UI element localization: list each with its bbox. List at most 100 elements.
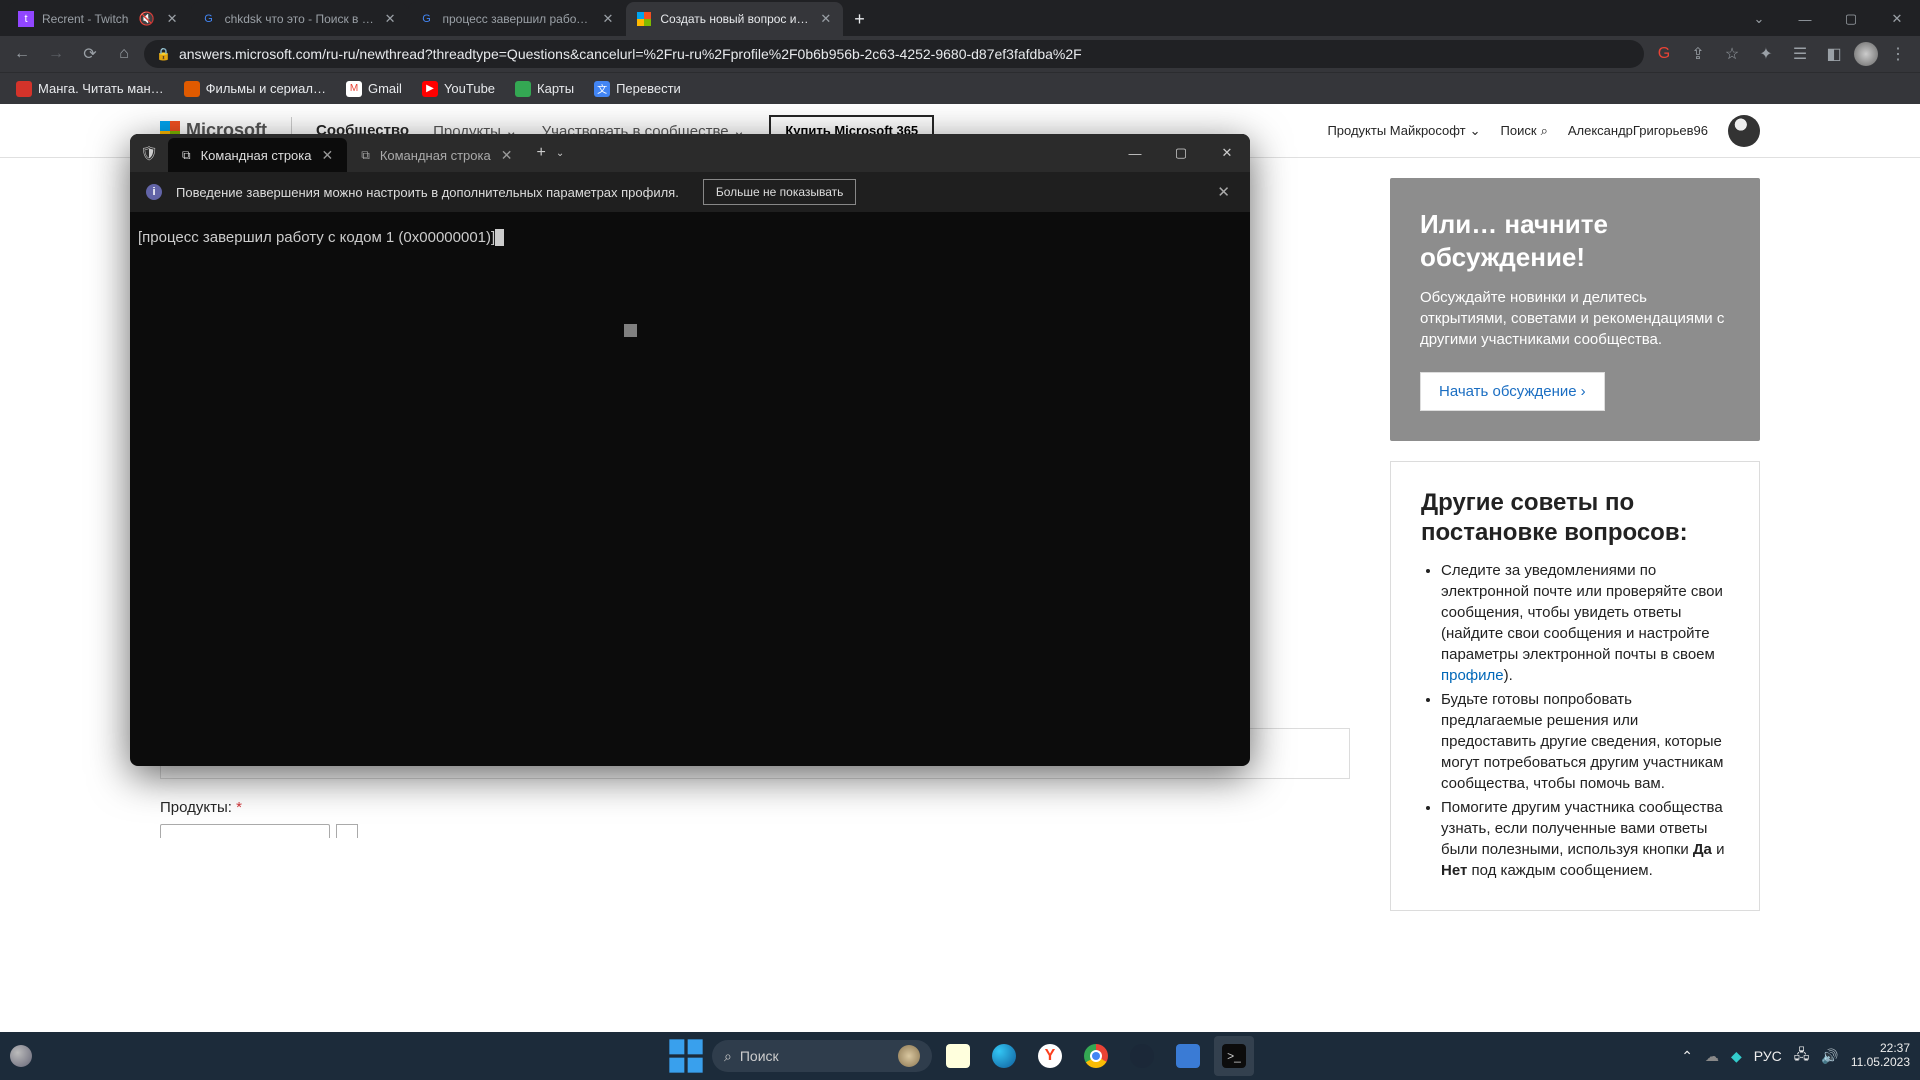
bookmark-label: Манга. Читать ман… bbox=[38, 81, 164, 96]
products-label: Продукты: * bbox=[160, 799, 1350, 816]
taskbar-explorer[interactable] bbox=[938, 1036, 978, 1076]
chrome-tab-google2[interactable]: G процесс завершил работу с ко ✕ bbox=[408, 2, 625, 36]
reload-button[interactable]: ⟳ bbox=[76, 40, 104, 68]
star-icon[interactable]: ☆ bbox=[1718, 40, 1746, 68]
terminal-window[interactable]: 🛡 ⧉ Командная строка ✕ ⧉ Командная строк… bbox=[130, 134, 1250, 766]
address-field[interactable]: 🔒 answers.microsoft.com/ru-ru/newthread?… bbox=[144, 40, 1644, 68]
taskbar-search[interactable]: ⌕ Поиск bbox=[712, 1040, 932, 1072]
user-name[interactable]: АлександрГригорьев96 bbox=[1568, 123, 1708, 138]
search-placeholder: Поиск bbox=[740, 1048, 779, 1064]
bookmark-films[interactable]: Фильмы и сериал… bbox=[176, 77, 334, 101]
tray-language[interactable]: РУС bbox=[1754, 1048, 1782, 1064]
taskbar-weather[interactable] bbox=[10, 1045, 32, 1067]
taskbar-steam[interactable] bbox=[1122, 1036, 1162, 1076]
taskbar-edge[interactable] bbox=[984, 1036, 1024, 1076]
profile-avatar[interactable] bbox=[1854, 42, 1878, 66]
bookmark-maps[interactable]: Карты bbox=[507, 77, 582, 101]
search-icon: ⌕ bbox=[1541, 123, 1548, 139]
bookmark-translate[interactable]: 文Перевести bbox=[586, 77, 689, 101]
start-discussion-button[interactable]: Начать обсуждение › bbox=[1420, 372, 1605, 411]
maximize-icon[interactable]: ▢ bbox=[1158, 134, 1204, 172]
reading-list-icon[interactable]: ☰ bbox=[1786, 40, 1814, 68]
close-icon[interactable]: ✕ bbox=[818, 11, 833, 27]
bookmark-label: Перевести bbox=[616, 81, 681, 96]
close-icon[interactable]: ✕ bbox=[383, 11, 398, 27]
chrome-icon bbox=[1084, 1044, 1108, 1068]
tip-item: Будьте готовы попробовать предлагаемые р… bbox=[1441, 689, 1729, 794]
mute-icon[interactable]: 🔇 bbox=[136, 11, 156, 27]
nav-ms-products[interactable]: Продукты Майкрософт ⌄ bbox=[1327, 123, 1480, 139]
chrome-tab-msanswers[interactable]: Создать новый вопрос или нач ✕ bbox=[626, 2, 843, 36]
terminal-cursor bbox=[495, 229, 504, 246]
close-icon[interactable]: ✕ bbox=[1213, 183, 1234, 201]
back-button[interactable]: ← bbox=[8, 40, 36, 68]
close-icon[interactable]: ✕ bbox=[501, 147, 513, 164]
taskbar-yandex[interactable]: Y bbox=[1030, 1036, 1070, 1076]
close-icon[interactable]: ✕ bbox=[322, 147, 334, 164]
bookmark-gmail[interactable]: MGmail bbox=[338, 77, 410, 101]
terminal-body[interactable]: [процесс завершил работу с кодом 1 (0x00… bbox=[130, 212, 1250, 766]
google-favicon: G bbox=[201, 11, 217, 27]
tray-security-icon[interactable]: ◆ bbox=[1731, 1048, 1742, 1065]
maximize-icon[interactable]: ▢ bbox=[1828, 2, 1874, 36]
tip-item: Следите за уведомлениями по электронной … bbox=[1441, 560, 1729, 686]
user-avatar[interactable] bbox=[1728, 115, 1760, 147]
chevron-down-icon[interactable]: ⌄ bbox=[1736, 2, 1782, 36]
home-button[interactable]: ⌂ bbox=[110, 40, 138, 68]
chrome-tab-twitch[interactable]: t Recrent - Twitch 🔇 ✕ bbox=[8, 2, 190, 36]
chevron-down-icon[interactable]: ⌄ bbox=[556, 148, 564, 159]
bookmark-youtube[interactable]: ▶YouTube bbox=[414, 77, 503, 101]
close-icon[interactable]: ✕ bbox=[1874, 2, 1920, 36]
taskbar-app1[interactable] bbox=[1168, 1036, 1208, 1076]
bookmark-favicon bbox=[184, 81, 200, 97]
minimize-icon[interactable]: — bbox=[1112, 134, 1158, 172]
google-favicon: G bbox=[418, 11, 434, 27]
discussion-title: Или… начните обсуждение! bbox=[1420, 208, 1730, 273]
clock-date: 11.05.2023 bbox=[1851, 1056, 1910, 1070]
url-text: answers.microsoft.com/ru-ru/newthread?th… bbox=[179, 46, 1082, 62]
discussion-card: Или… начните обсуждение! Обсуждайте нови… bbox=[1390, 178, 1760, 441]
tray-network-icon[interactable]: 🖧 bbox=[1794, 1044, 1810, 1068]
terminal-tab-inactive[interactable]: ⧉ Командная строка ✕ bbox=[347, 138, 526, 172]
notice-text: Поведение завершения можно настроить в д… bbox=[176, 185, 679, 200]
system-tray: ⌃ ☁ ◆ РУС 🖧 🔊 22:37 11.05.2023 bbox=[1681, 1042, 1910, 1070]
tray-volume-icon[interactable]: 🔊 bbox=[1821, 1048, 1838, 1065]
search-button[interactable]: Поиск ⌕ bbox=[1501, 123, 1548, 139]
tray-chevron-icon[interactable]: ⌃ bbox=[1681, 1048, 1693, 1065]
google-account-icon[interactable]: G bbox=[1650, 40, 1678, 68]
close-icon[interactable]: ✕ bbox=[1204, 134, 1250, 172]
chrome-tab-strip: t Recrent - Twitch 🔇 ✕ G chkdsk что это … bbox=[0, 0, 1920, 36]
sidepanel-icon[interactable]: ◧ bbox=[1820, 40, 1848, 68]
products-select-toggle[interactable] bbox=[336, 824, 358, 838]
explorer-icon bbox=[946, 1044, 970, 1068]
search-icon: ⌕ bbox=[724, 1048, 732, 1065]
close-icon[interactable]: ✕ bbox=[600, 11, 615, 27]
taskbar-terminal[interactable]: >_ bbox=[1214, 1036, 1254, 1076]
new-tab-button[interactable]: + bbox=[844, 3, 875, 36]
cmd-icon: ⧉ bbox=[182, 148, 191, 163]
terminal-titlebar[interactable]: 🛡 ⧉ Командная строка ✕ ⧉ Командная строк… bbox=[130, 134, 1250, 172]
chevron-right-icon: › bbox=[1581, 383, 1586, 400]
steam-icon bbox=[1130, 1044, 1154, 1068]
terminal-notice: i Поведение завершения можно настроить в… bbox=[130, 172, 1250, 212]
minimize-icon[interactable]: — bbox=[1782, 2, 1828, 36]
extensions-icon[interactable]: ✦ bbox=[1752, 40, 1780, 68]
terminal-tab-active[interactable]: ⧉ Командная строка ✕ bbox=[168, 138, 347, 172]
tray-clock[interactable]: 22:37 11.05.2023 bbox=[1851, 1042, 1910, 1070]
tray-onedrive-icon[interactable]: ☁ bbox=[1705, 1048, 1719, 1065]
bookmark-manga[interactable]: Манга. Читать ман… bbox=[8, 77, 172, 101]
start-button[interactable] bbox=[666, 1036, 706, 1076]
gmail-favicon: M bbox=[346, 81, 362, 97]
close-icon[interactable]: ✕ bbox=[165, 11, 180, 27]
menu-icon[interactable]: ⋮ bbox=[1884, 40, 1912, 68]
forward-button[interactable]: → bbox=[42, 40, 70, 68]
products-select[interactable] bbox=[160, 824, 330, 838]
profile-link[interactable]: профиле bbox=[1441, 667, 1504, 684]
chrome-tab-google1[interactable]: G chkdsk что это - Поиск в Google ✕ bbox=[191, 2, 408, 36]
tip-item: Помогите другим участника сообщества узн… bbox=[1441, 797, 1729, 881]
moon-icon bbox=[10, 1045, 32, 1067]
dismiss-button[interactable]: Больше не показывать bbox=[703, 179, 857, 205]
terminal-new-tab[interactable]: + ⌄ bbox=[526, 134, 574, 172]
share-icon[interactable]: ⇪ bbox=[1684, 40, 1712, 68]
taskbar-chrome[interactable] bbox=[1076, 1036, 1116, 1076]
